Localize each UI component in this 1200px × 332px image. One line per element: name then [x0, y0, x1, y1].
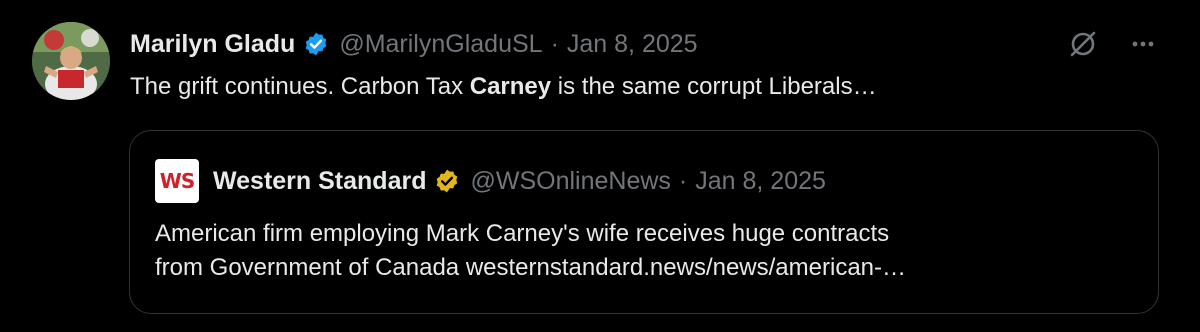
tweet-text-start: The grift continues. Carbon Tax — [130, 73, 470, 100]
author-name[interactable]: Marilyn Gladu — [130, 30, 295, 59]
grok-icon[interactable] — [1066, 27, 1100, 61]
quoted-tweet[interactable]: WS Western Standard @WSOnlineNews · Jan … — [129, 130, 1159, 314]
quoted-tweet-header: WS Western Standard @WSOnlineNews · Jan … — [155, 159, 826, 203]
tweet-text: The grift continues. Carbon Tax Carney i… — [130, 70, 877, 104]
tweet-date[interactable]: Jan 8, 2025 — [567, 30, 698, 59]
tweet-text-end: is the same corrupt Liberals… — [551, 73, 877, 100]
tweet-header: Marilyn Gladu @MarilynGladuSL · Jan 8, 2… — [130, 26, 698, 62]
quoted-separator-dot: · — [678, 166, 688, 195]
quoted-author-name[interactable]: Western Standard — [213, 167, 426, 196]
quoted-text-line-2: from Government of Canada westernstandar… — [155, 254, 907, 281]
quoted-text-line-1: American firm employing Mark Carney's wi… — [155, 220, 890, 247]
tweet-text-bold: Carney — [469, 73, 552, 100]
tweet[interactable]: Marilyn Gladu @MarilynGladuSL · Jan 8, 2… — [0, 0, 1200, 332]
author-handle[interactable]: @MarilynGladuSL — [339, 30, 542, 59]
quoted-tweet-date[interactable]: Jan 8, 2025 — [695, 167, 826, 196]
quoted-author-handle[interactable]: @WSOnlineNews — [470, 167, 670, 196]
verified-badge-icon — [303, 31, 329, 57]
western-standard-logo[interactable]: WS — [155, 159, 199, 203]
gold-verified-badge-icon — [434, 168, 460, 194]
avatar[interactable] — [32, 22, 110, 100]
separator-dot: · — [550, 29, 559, 58]
more-icon[interactable] — [1126, 27, 1160, 61]
tweet-actions — [1066, 26, 1160, 62]
quoted-tweet-text: American firm employing Mark Carney's wi… — [155, 217, 1145, 285]
